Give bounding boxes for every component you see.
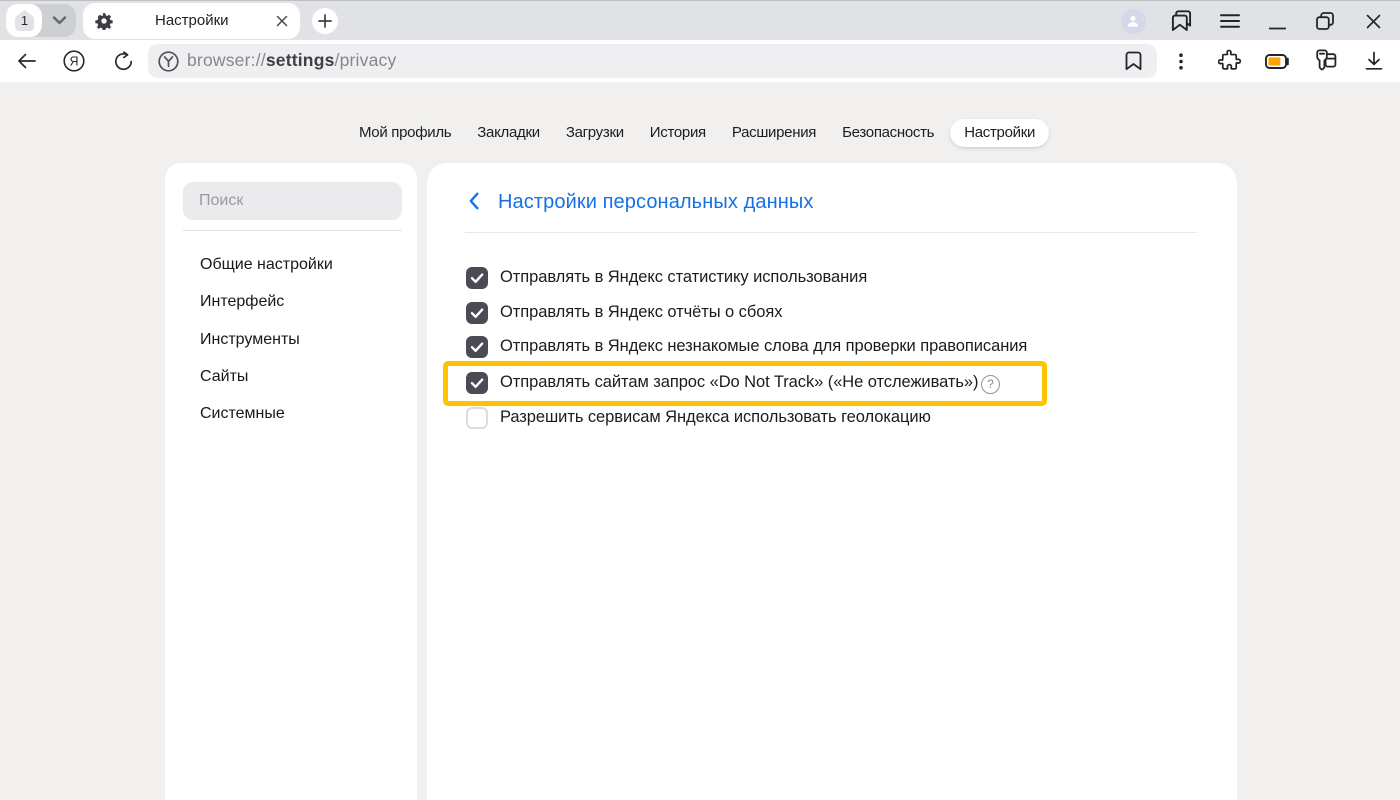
svg-text:Я: Я xyxy=(69,54,78,68)
